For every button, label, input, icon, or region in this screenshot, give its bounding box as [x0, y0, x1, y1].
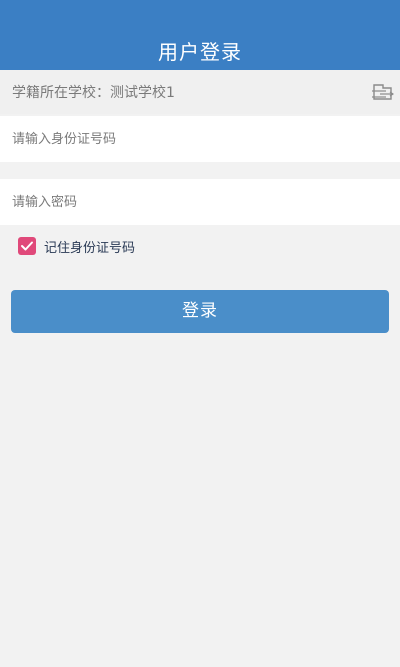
- school-switch-icon[interactable]: [370, 82, 395, 102]
- header-bar: 用户登录: [0, 0, 400, 70]
- remember-label: 记住身份证号码: [44, 240, 136, 256]
- id-number-input[interactable]: [12, 116, 388, 162]
- school-row[interactable]: 学籍所在学校：测试学校1: [0, 70, 400, 114]
- login-button[interactable]: 登录: [11, 290, 389, 333]
- remember-checkbox[interactable]: [18, 237, 36, 255]
- school-label: 学籍所在学校：测试学校1: [12, 85, 175, 101]
- page-title: 用户登录: [158, 40, 242, 64]
- password-input[interactable]: [12, 179, 388, 225]
- id-number-row: [0, 116, 400, 162]
- remember-id-toggle[interactable]: 记住身份证号码: [18, 236, 135, 256]
- password-row: [0, 179, 400, 225]
- check-icon: [21, 241, 33, 251]
